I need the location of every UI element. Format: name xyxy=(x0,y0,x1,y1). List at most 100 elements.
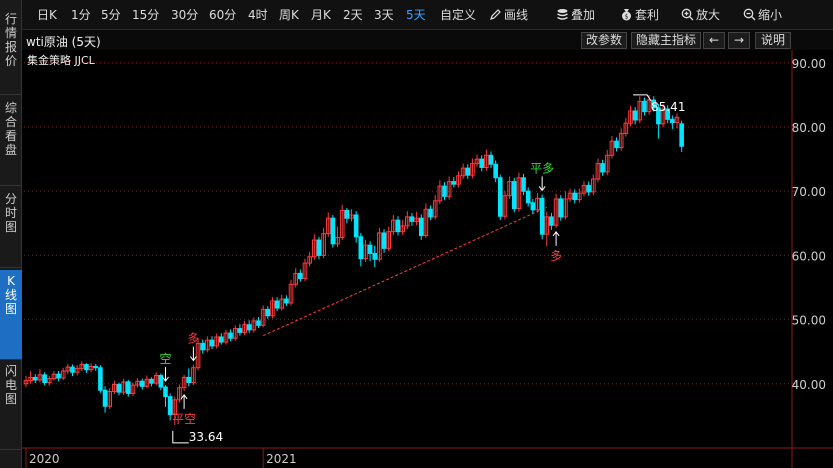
candle-body xyxy=(372,252,378,260)
period-button-1min[interactable]: 1分 xyxy=(71,6,91,23)
candle-body xyxy=(549,216,554,226)
candle-body xyxy=(511,181,517,210)
candle-body xyxy=(116,383,122,393)
candle-body xyxy=(284,298,289,304)
candle-body xyxy=(139,380,145,387)
overlay-button[interactable]: 叠加 xyxy=(556,6,595,23)
candlestick-chart[interactable]: 40.0050.0060.0070.0080.0090.002020 2021空平… xyxy=(22,50,833,468)
candle-body xyxy=(498,177,503,217)
candle-body xyxy=(539,197,545,235)
help-button[interactable]: 说明 xyxy=(755,32,791,49)
next-arrow-button[interactable]: → xyxy=(728,32,750,49)
candle-body xyxy=(395,219,401,233)
signal-arrow-up xyxy=(180,394,188,409)
zoom-out-button[interactable]: 缩小 xyxy=(743,6,782,23)
candle-body xyxy=(344,209,350,219)
candle-body xyxy=(200,342,205,351)
edit-params-button[interactable]: 改参数 xyxy=(581,32,627,49)
candle-body xyxy=(56,373,61,379)
candle-body xyxy=(381,232,387,249)
draw-line-button[interactable]: 画线 xyxy=(489,6,528,23)
candle-body xyxy=(237,328,243,333)
candle-body xyxy=(586,184,591,193)
zoom-in-button[interactable]: 放大 xyxy=(681,6,720,23)
sidebar: 行情报价综合看盘分时图K线图闪电图 xyxy=(0,0,22,468)
candle-body xyxy=(418,217,424,237)
period-button-4h[interactable]: 4时 xyxy=(248,6,268,23)
candle-body xyxy=(428,208,433,218)
candle-body xyxy=(488,154,494,165)
overlay-label: 叠加 xyxy=(571,8,596,22)
candle-body xyxy=(679,123,684,147)
chart-header-bar: wti原油 (5天) 改参数 隐藏主指标 ← → 说明 xyxy=(22,30,833,50)
candle-body xyxy=(33,376,38,381)
candle-body xyxy=(42,374,47,384)
signal-label: 平空 xyxy=(172,412,196,426)
low-marker-line xyxy=(172,430,189,444)
toolbar: 日K 1分 5分 15分 30分 60分 4时 周K 月K 2天 3天 5天 自… xyxy=(22,0,833,30)
candle-body xyxy=(298,272,303,280)
y-tick-label: 70.00 xyxy=(792,185,826,199)
candle-body xyxy=(367,244,373,254)
sidebar-tab-0[interactable]: 行情报价 xyxy=(0,8,22,95)
signal-label: 多 xyxy=(187,332,199,346)
svg-text:$: $ xyxy=(625,14,629,21)
money-bag-icon: $ xyxy=(622,9,631,21)
sidebar-tab-2[interactable]: 分时图 xyxy=(0,188,22,268)
candle-body xyxy=(228,332,233,339)
candle-body xyxy=(642,100,647,113)
period-button-60min[interactable]: 60分 xyxy=(209,6,236,23)
sidebar-tab-3[interactable]: K线图 xyxy=(0,270,22,360)
sidebar-tab-4[interactable]: 闪电图 xyxy=(0,360,22,450)
prev-arrow-button[interactable]: ← xyxy=(703,32,725,49)
y-tick-label: 80.00 xyxy=(792,121,826,135)
period-button-15min[interactable]: 15分 xyxy=(132,6,159,23)
candle-body xyxy=(209,339,215,347)
y-tick-label: 50.00 xyxy=(792,314,826,328)
custom-period-button[interactable]: 自定义 xyxy=(440,6,476,23)
period-button-month[interactable]: 月K xyxy=(311,6,331,23)
candle-body xyxy=(465,167,471,176)
layers-icon xyxy=(557,9,568,20)
signal-arrow-up xyxy=(552,230,560,246)
period-button-30min[interactable]: 30分 xyxy=(171,6,198,23)
signal-label: 多 xyxy=(550,249,562,263)
candle-body xyxy=(70,366,75,373)
zoom-out-icon xyxy=(743,8,756,21)
zoom-in-icon xyxy=(681,8,694,21)
period-button-5min[interactable]: 5分 xyxy=(101,6,121,23)
hide-main-indicator-button[interactable]: 隐藏主指标 xyxy=(631,32,701,49)
candle-body xyxy=(98,367,103,391)
candle-body xyxy=(409,216,415,222)
candle-body xyxy=(102,389,108,407)
arbitrage-button[interactable]: $ 套利 xyxy=(620,6,659,23)
candle-body xyxy=(316,239,322,256)
candle-body xyxy=(330,217,336,245)
signal-label: 平多 xyxy=(530,161,554,175)
period-button-day[interactable]: 日K xyxy=(37,6,57,23)
signal-arrow-down xyxy=(190,346,197,362)
x-tick-label: 2021 xyxy=(266,452,297,466)
zoom-in-label: 放大 xyxy=(696,8,721,22)
candle-body xyxy=(525,190,531,204)
sidebar-tab-1[interactable]: 综合看盘 xyxy=(0,97,22,186)
period-button-3day[interactable]: 3天 xyxy=(374,6,394,23)
y-tick-label: 60.00 xyxy=(792,249,826,263)
period-button-week[interactable]: 周K xyxy=(279,6,299,23)
candle-body xyxy=(358,236,364,260)
x-tick-label: 2020 xyxy=(29,452,60,466)
period-button-5day[interactable]: 5天 xyxy=(406,6,426,23)
candle-body xyxy=(149,378,154,384)
candle-body xyxy=(521,177,526,192)
zoom-out-label: 缩小 xyxy=(758,8,783,22)
pen-icon xyxy=(490,9,501,20)
candle-body xyxy=(219,336,224,343)
candle-body xyxy=(163,386,168,398)
candle-body xyxy=(479,158,484,168)
candle-body xyxy=(558,198,564,218)
trend-line xyxy=(262,206,548,337)
draw-line-label: 画线 xyxy=(504,8,529,22)
candle-body xyxy=(572,192,578,201)
candle-body xyxy=(265,308,271,317)
period-button-2day[interactable]: 2天 xyxy=(343,6,363,23)
